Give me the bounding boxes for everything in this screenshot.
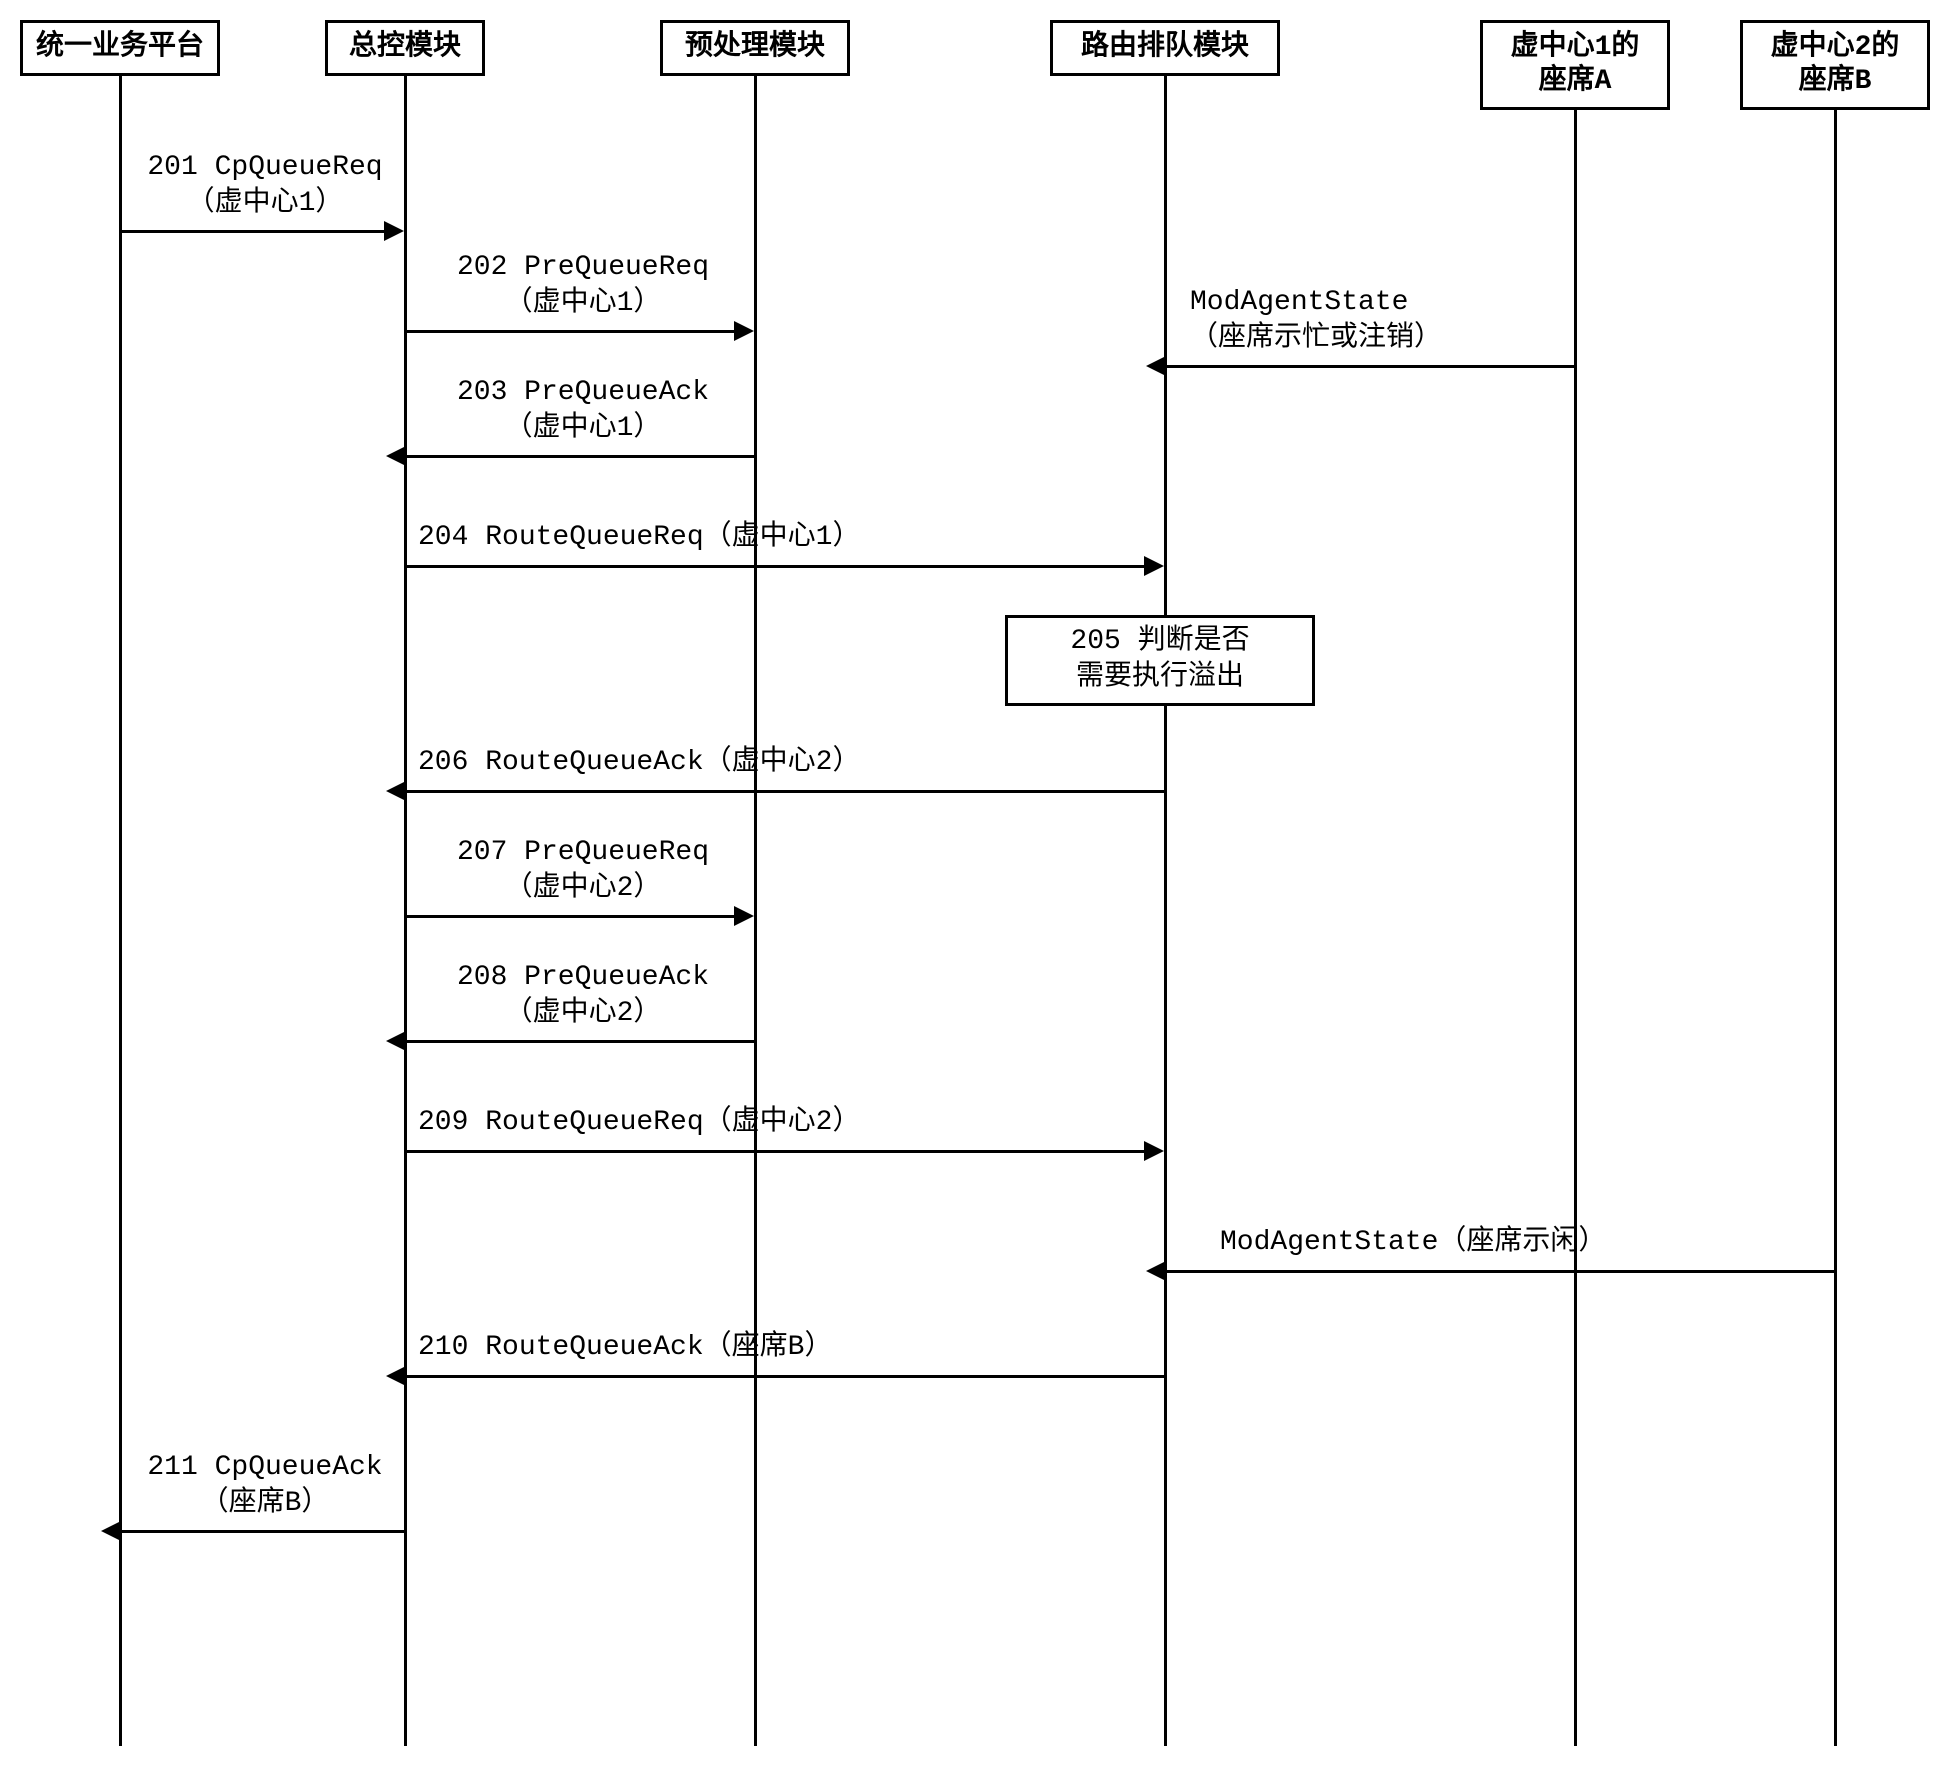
msg-206-arrow <box>406 790 1164 793</box>
msg-203-arrow <box>406 455 754 458</box>
participant-agent-b: 虚中心2的 座席B <box>1740 20 1930 110</box>
msg-210-label: 210 RouteQueueAck（座席B） <box>418 1330 1158 1366</box>
msg-207-arrowhead <box>734 906 754 926</box>
msg-201-arrowhead <box>384 221 404 241</box>
msg-207-label: 207 PreQueueReq （虚中心2） <box>418 835 748 908</box>
participant-agent-a: 虚中心1的 座席A <box>1480 20 1670 110</box>
msg-211-arrow <box>121 1530 404 1533</box>
msg-210-arrow <box>406 1375 1164 1378</box>
participant-route-queue: 路由排队模块 <box>1050 20 1280 76</box>
msg-208-arrow <box>406 1040 754 1043</box>
msg-202-arrowhead <box>734 321 754 341</box>
lifeline-p5 <box>1574 110 1577 1746</box>
msg-mod-a-label: ModAgentState （座席示忙或注销） <box>1190 285 1560 358</box>
sequence-diagram: 统一业务平台 总控模块 预处理模块 路由排队模块 虚中心1的 座席A 虚中心2的… <box>20 20 1924 1749</box>
msg-mod-b-arrow <box>1166 1270 1834 1273</box>
msg-mod-b-arrowhead <box>1146 1261 1166 1281</box>
msg-201-arrow <box>121 230 384 233</box>
msg-211-arrowhead <box>101 1521 121 1541</box>
msg-209-label: 209 RouteQueueReq（虚中心2） <box>418 1105 1158 1141</box>
lifeline-p4 <box>1164 76 1167 1746</box>
msg-209-arrowhead <box>1144 1141 1164 1161</box>
note-205: 205 判断是否 需要执行溢出 <box>1005 615 1315 706</box>
msg-mod-a-arrowhead <box>1146 356 1166 376</box>
participant-platform: 统一业务平台 <box>20 20 220 76</box>
participant-main-control: 总控模块 <box>325 20 485 76</box>
msg-202-arrow <box>406 330 734 333</box>
lifeline-p2 <box>404 76 407 1746</box>
msg-206-label: 206 RouteQueueAck（虚中心2） <box>418 745 1158 781</box>
msg-mod-b-label: ModAgentState（座席示闲） <box>1220 1225 1820 1261</box>
msg-206-arrowhead <box>386 781 406 801</box>
msg-201-label: 201 CpQueueReq （虚中心1） <box>130 150 400 223</box>
participant-preprocess: 预处理模块 <box>660 20 850 76</box>
lifeline-p1 <box>119 76 122 1746</box>
msg-204-arrowhead <box>1144 556 1164 576</box>
msg-211-label: 211 CpQueueAck （座席B） <box>130 1450 400 1523</box>
lifeline-p6 <box>1834 110 1837 1746</box>
msg-208-arrowhead <box>386 1031 406 1051</box>
msg-208-label: 208 PreQueueAck （虚中心2） <box>418 960 748 1033</box>
msg-210-arrowhead <box>386 1366 406 1386</box>
msg-203-arrowhead <box>386 446 406 466</box>
msg-204-label: 204 RouteQueueReq（虚中心1） <box>418 520 1158 556</box>
msg-209-arrow <box>406 1150 1144 1153</box>
msg-207-arrow <box>406 915 734 918</box>
msg-202-label: 202 PreQueueReq （虚中心1） <box>418 250 748 323</box>
msg-204-arrow <box>406 565 1144 568</box>
msg-mod-a-arrow <box>1166 365 1574 368</box>
msg-203-label: 203 PreQueueAck （虚中心1） <box>418 375 748 448</box>
lifeline-p3 <box>754 76 757 1746</box>
